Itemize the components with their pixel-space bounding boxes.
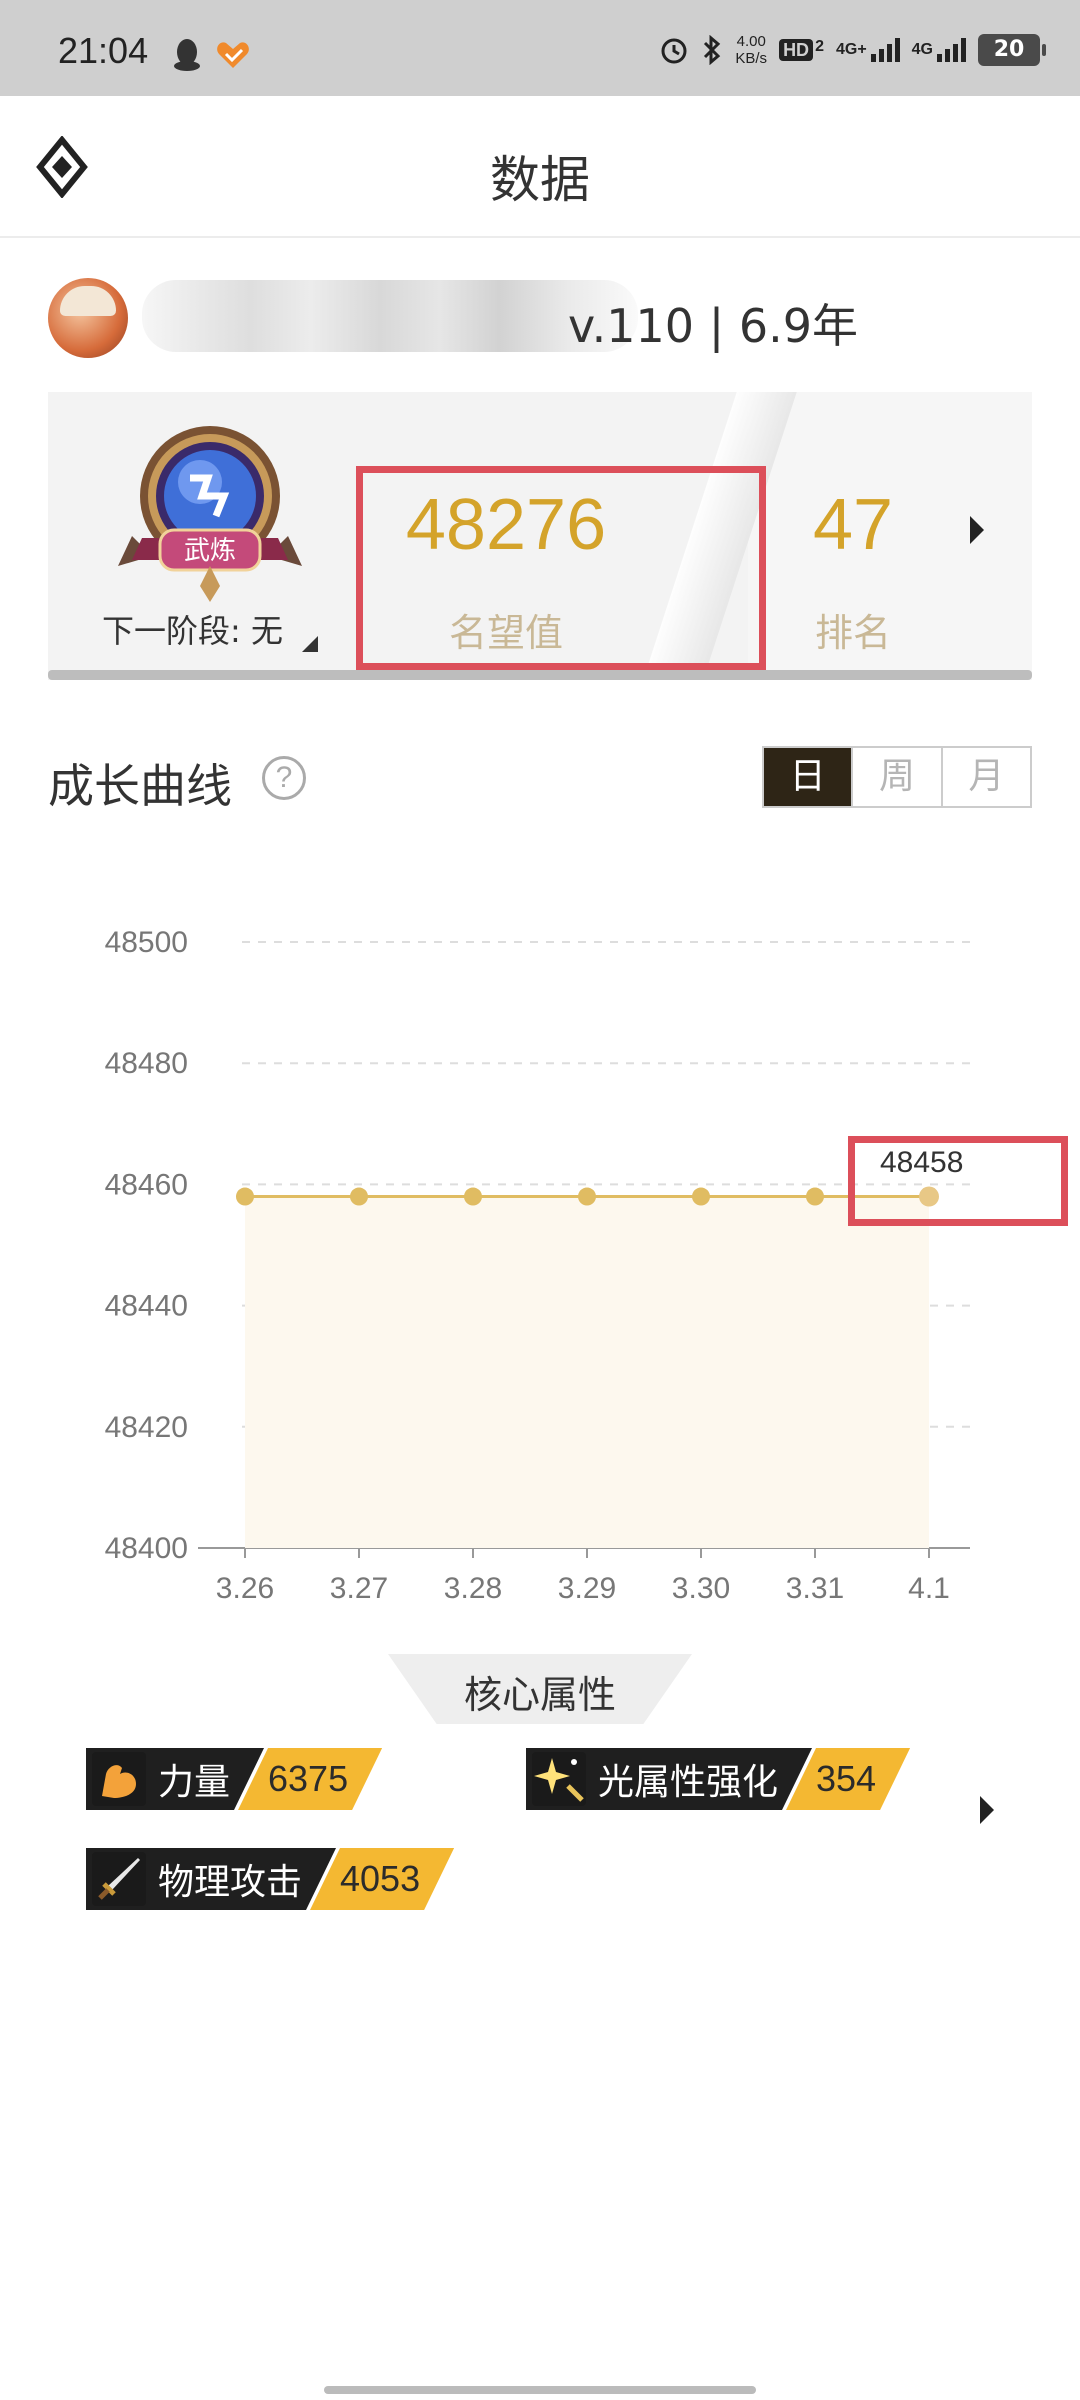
signal-icon xyxy=(870,38,900,62)
status-time: 21:04 xyxy=(58,30,149,71)
data-point xyxy=(692,1187,710,1206)
badge-text: 武炼 xyxy=(184,536,236,566)
net-speed: 4.00 KB/s xyxy=(735,33,767,67)
status-bar: 21:04 4.00 KB/s HD 2 4G+ 4G 20 xyxy=(0,0,1080,96)
attribute-strength-label: 力量 xyxy=(158,1762,231,1803)
next-stage-text: 下一阶段: 无 xyxy=(102,612,283,650)
avatar[interactable] xyxy=(48,278,128,358)
core-attributes-title: 核心属性 xyxy=(463,1673,616,1717)
attribute-physical-attack-value: 4053 xyxy=(310,1848,454,1910)
growth-chart: 48500 48480 48460 48440 48420 48400 3.26 3.27 3.… xyxy=(105,926,970,1605)
x-tick-label: 3.31 xyxy=(786,1572,844,1605)
signal-icon xyxy=(937,38,966,62)
series-area xyxy=(245,1196,929,1548)
data-point xyxy=(236,1187,254,1206)
attribute-physical-attack-label-box: 物理攻击 xyxy=(86,1848,336,1910)
growth-curve-title: 成长曲线 xyxy=(48,759,232,813)
attribute-strength: 力量 6375 xyxy=(86,1748,382,1810)
app-header: 数据 xyxy=(0,96,1080,238)
qq-icon xyxy=(174,39,200,71)
hd-indicator: HD 2 xyxy=(779,39,824,61)
card-next-arrow-icon[interactable] xyxy=(970,516,984,544)
page-title: 数据 xyxy=(490,151,590,209)
battery-icon: 20 xyxy=(978,34,1046,66)
net-speed-unit: KB/s xyxy=(735,50,768,67)
light-sparkle-icon xyxy=(532,1752,586,1806)
x-tick-label: 3.30 xyxy=(672,1572,730,1605)
y-tick-label: 48460 xyxy=(105,1168,188,1201)
status-icons: 4.00 KB/s HD 2 4G+ 4G 20 xyxy=(659,30,1046,70)
y-tick-label: 48440 xyxy=(105,1290,188,1323)
period-month-button[interactable]: 月 xyxy=(940,748,1030,806)
blurred-username xyxy=(142,280,638,352)
attribute-strength-label-box: 力量 xyxy=(86,1748,264,1810)
last-value-label: 48458 xyxy=(880,1146,964,1179)
data-point xyxy=(464,1187,482,1206)
flexed-arm-icon xyxy=(92,1752,146,1806)
data-point xyxy=(578,1187,596,1206)
period-day-button[interactable]: 日 xyxy=(764,748,852,806)
help-icon[interactable]: ? xyxy=(262,756,306,800)
x-tick-label: 3.28 xyxy=(444,1572,502,1605)
next-stage-corner-icon[interactable] xyxy=(302,636,318,652)
period-week-button[interactable]: 周 xyxy=(851,748,941,806)
x-tick-label: 4.1 xyxy=(908,1572,950,1605)
sword-icon xyxy=(92,1852,146,1906)
net-speed-value: 4.00 xyxy=(736,33,766,50)
heart-app-icon xyxy=(217,42,249,68)
data-point xyxy=(806,1187,824,1206)
attribute-light-enhance-label-box: 光属性强化 xyxy=(526,1748,812,1810)
y-tick-label: 48480 xyxy=(105,1047,188,1080)
alarm-icon xyxy=(661,38,687,64)
rank-value: 47 xyxy=(812,485,894,565)
rank-badge-icon: 武炼 xyxy=(118,426,302,602)
attribute-physical-attack-label: 物理攻击 xyxy=(158,1862,303,1903)
x-tick-label: 3.27 xyxy=(330,1572,388,1605)
attribute-light-enhance-label: 光属性强化 xyxy=(598,1762,779,1803)
profile-row: v.110 | 6.9年 xyxy=(48,276,1048,360)
signal-sim2: 4G xyxy=(912,38,966,62)
hd-sub: 2 xyxy=(815,38,824,55)
signal-sim1: 4G+ xyxy=(836,38,900,62)
attribute-light-enhance: 光属性强化 354 xyxy=(526,1748,910,1810)
x-tick-label: 3.29 xyxy=(558,1572,616,1605)
sim2-label: 4G xyxy=(911,41,933,58)
rank-label: 排名 xyxy=(814,611,891,655)
data-point xyxy=(350,1187,368,1206)
card-bottom-bar xyxy=(48,670,1032,680)
y-tick-label: 48500 xyxy=(105,926,188,959)
bluetooth-icon xyxy=(704,35,721,65)
highlight-box-reputation xyxy=(356,466,766,670)
x-tick-label: 3.26 xyxy=(216,1572,274,1605)
core-attributes-header: 核心属性 xyxy=(388,1654,692,1724)
attributes-next-arrow-icon[interactable] xyxy=(980,1796,994,1824)
period-toggle: 日 周 月 xyxy=(762,746,1032,808)
attribute-physical-attack: 物理攻击 4053 xyxy=(86,1848,454,1910)
level-and-years: v.110 | 6.9年 xyxy=(568,299,858,353)
y-tick-label: 48420 xyxy=(105,1411,188,1444)
hd-label: HD xyxy=(779,39,814,61)
attribute-strength-value: 6375 xyxy=(238,1748,382,1810)
home-indicator[interactable] xyxy=(324,2386,756,2394)
sim1-label: 4G+ xyxy=(835,41,867,58)
y-tick-label: 48400 xyxy=(105,1532,188,1565)
